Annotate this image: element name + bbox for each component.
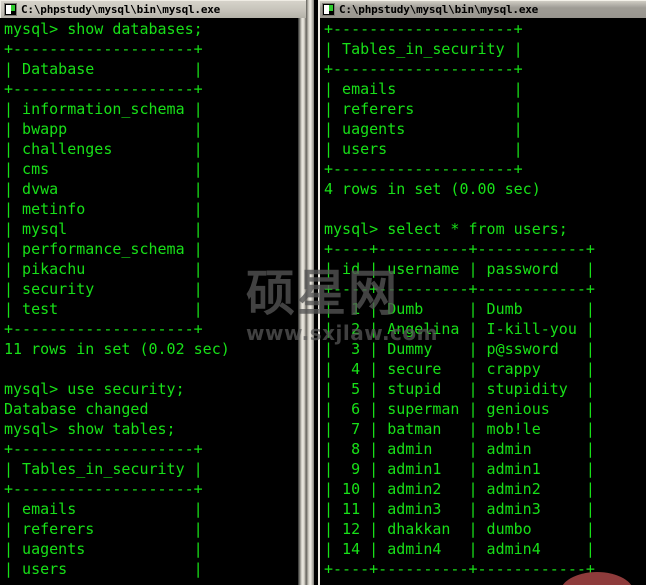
- window-title-right: C:\phpstudy\mysql\bin\mysql.exe: [339, 2, 539, 16]
- console-window-left[interactable]: C:\phpstudy\mysql\bin\mysql.exe mysql> s…: [0, 0, 306, 585]
- console-window-right[interactable]: C:\phpstudy\mysql\bin\mysql.exe +-------…: [318, 0, 646, 585]
- right-window-top-edge: [318, 0, 646, 1]
- titlebar-right[interactable]: C:\phpstudy\mysql\bin\mysql.exe: [318, 0, 646, 18]
- console-icon: [4, 3, 17, 16]
- terminal-output-left[interactable]: mysql> show databases; +----------------…: [0, 18, 306, 585]
- terminal-output-right[interactable]: +--------------------+ | Tables_in_secur…: [318, 18, 646, 585]
- right-window-left-edge: [318, 0, 320, 585]
- window-border-right-left-window: [298, 0, 306, 585]
- desktop-screen: C:\phpstudy\mysql\bin\mysql.exe mysql> s…: [0, 0, 646, 585]
- titlebar-left[interactable]: C:\phpstudy\mysql\bin\mysql.exe: [0, 0, 306, 18]
- window-title-left: C:\phpstudy\mysql\bin\mysql.exe: [21, 2, 221, 16]
- window-edge-divider: [306, 0, 314, 585]
- console-icon: [322, 3, 335, 16]
